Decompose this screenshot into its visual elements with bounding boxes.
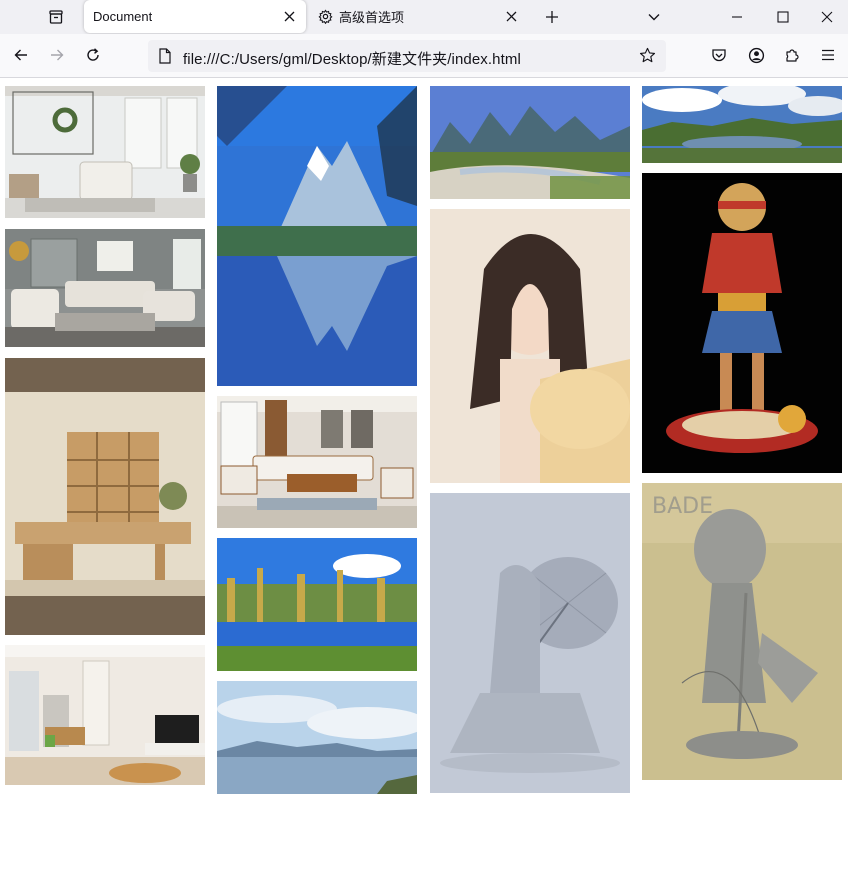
photo-illustration: BADE <box>642 483 842 780</box>
gallery-image <box>5 229 205 347</box>
gallery-image <box>430 209 630 483</box>
hamburger-menu-icon[interactable] <box>813 40 843 70</box>
gallery-image <box>217 396 417 528</box>
close-tab-icon[interactable] <box>504 9 518 23</box>
photo-illustration <box>430 86 630 199</box>
gallery-image <box>430 86 630 199</box>
page-content: BADE <box>0 78 848 892</box>
photo-illustration <box>430 209 630 483</box>
gallery-image <box>217 86 417 386</box>
gallery-image <box>430 493 630 793</box>
tab-document[interactable]: Document <box>84 0 306 33</box>
tab-title: Document <box>93 9 153 24</box>
photo-illustration <box>217 396 417 528</box>
tab-title: 高级首选项 <box>339 9 405 25</box>
tab-overview-icon[interactable] <box>38 0 74 34</box>
svg-text:BADE: BADE <box>652 494 713 519</box>
page-icon <box>158 48 172 64</box>
photo-illustration <box>642 86 842 163</box>
photo-illustration <box>217 86 417 386</box>
pocket-icon[interactable] <box>704 40 734 70</box>
photo-illustration <box>642 173 842 473</box>
minimize-icon[interactable] <box>714 0 760 34</box>
gallery-image <box>5 645 205 785</box>
photo-illustration <box>5 358 205 635</box>
url-bar[interactable]: file:///C:/Users/gml/Desktop/新建文件夹/index… <box>148 40 666 72</box>
gear-icon <box>318 8 333 24</box>
photo-illustration <box>5 229 205 347</box>
extensions-icon[interactable] <box>777 40 807 70</box>
url-text: file:///C:/Users/gml/Desktop/新建文件夹/index… <box>183 51 521 68</box>
photo-illustration <box>217 538 417 671</box>
gallery-image <box>217 681 417 794</box>
star-icon[interactable] <box>639 47 656 64</box>
photo-illustration <box>5 86 205 218</box>
gallery-image <box>5 358 205 635</box>
photo-illustration <box>217 681 417 794</box>
account-icon[interactable] <box>741 40 771 70</box>
plus-icon[interactable] <box>538 0 566 34</box>
gallery-image <box>642 173 842 473</box>
tab-strip: Document 高级首选项 <box>0 0 848 34</box>
navigation-toolbar: file:///C:/Users/gml/Desktop/新建文件夹/index… <box>0 34 848 78</box>
photo-illustration <box>5 645 205 785</box>
gallery-image <box>642 86 842 163</box>
tab-advanced-prefs[interactable]: 高级首选项 <box>310 0 530 32</box>
chevron-down-icon[interactable] <box>640 0 668 34</box>
close-tab-icon[interactable] <box>282 9 296 23</box>
close-icon[interactable] <box>806 0 848 34</box>
reload-icon[interactable] <box>78 40 108 70</box>
gallery-image <box>5 86 205 218</box>
arrow-left-icon[interactable] <box>6 40 36 70</box>
gallery-image <box>217 538 417 671</box>
photo-illustration <box>430 493 630 793</box>
arrow-right-icon[interactable] <box>42 40 72 70</box>
maximize-icon[interactable] <box>760 0 806 34</box>
gallery-image: BADE <box>642 483 842 780</box>
